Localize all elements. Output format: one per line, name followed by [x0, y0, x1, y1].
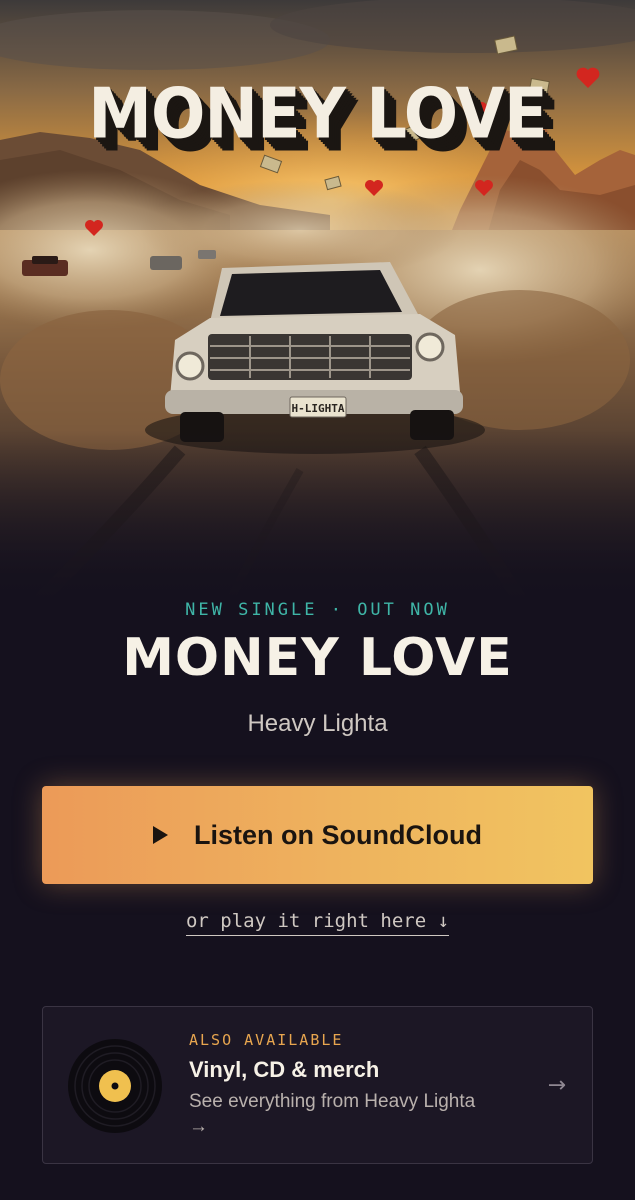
distant-car — [198, 250, 216, 259]
play-here-link[interactable]: or play it right here ↓ — [0, 910, 635, 936]
cover-artwork: H-LIGHTA MONEY LOVE — [0, 0, 635, 600]
distant-car — [150, 256, 182, 270]
card-subtitle: See everything from Heavy Lighta → — [189, 1089, 529, 1139]
page-title: MONEY LOVE — [122, 628, 513, 688]
card-subtitle-text: See everything from Heavy Lighta — [189, 1091, 476, 1112]
card-title: Vinyl, CD & merch — [189, 1057, 380, 1082]
merch-card[interactable]: ALSO AVAILABLE Vinyl, CD & merch See eve… — [42, 1006, 593, 1164]
vinyl-record-icon — [68, 1039, 162, 1133]
play-icon — [153, 826, 169, 844]
arrow-right-icon: → — [189, 1116, 208, 1137]
card-eyebrow: ALSO AVAILABLE — [189, 1031, 344, 1049]
artwork-title: MONEY LOVE — [88, 75, 547, 155]
listen-button-label: Listen on SoundCloud — [194, 819, 482, 850]
play-here-link-label: or play it right here ↓ — [185, 910, 450, 936]
license-plate-text: H-LIGHTA — [292, 402, 345, 415]
arrow-right-icon: → — [547, 1073, 566, 1098]
release-eyebrow: NEW SINGLE · OUT NOW — [185, 600, 450, 620]
artist-name: Heavy Lighta — [247, 710, 388, 737]
listen-on-soundcloud-button[interactable]: Listen on SoundCloud — [42, 786, 593, 884]
